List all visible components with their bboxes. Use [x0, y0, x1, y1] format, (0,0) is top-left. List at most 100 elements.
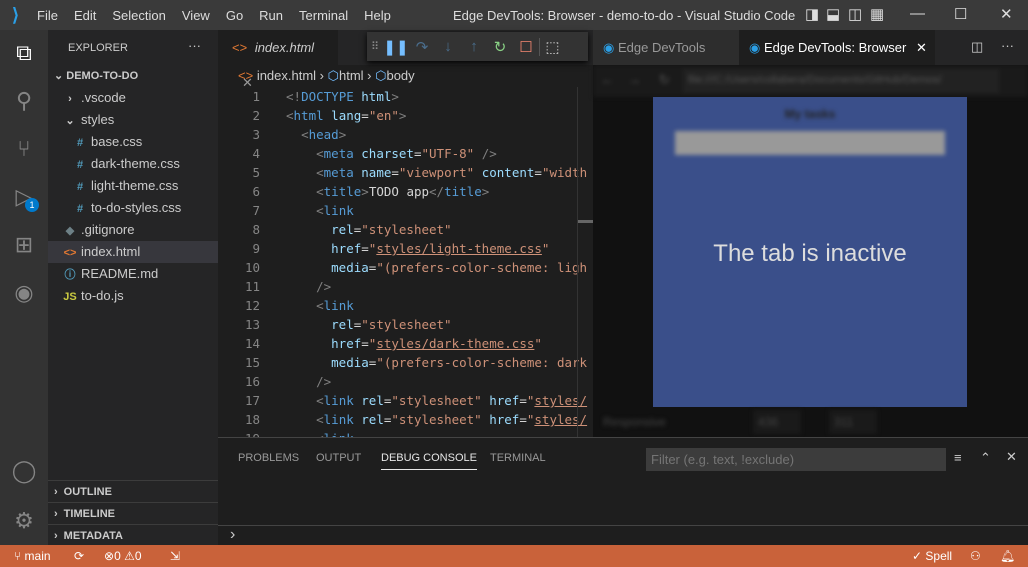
code-line[interactable]: 18 <link rel="stylesheet" href="styles/ — [218, 410, 593, 429]
code-line[interactable]: 8 rel="stylesheet" — [218, 220, 593, 239]
pause-icon[interactable]: ❚❚ — [383, 38, 409, 56]
settings-gear-icon[interactable]: ⚙ — [11, 508, 37, 534]
code-line[interactable]: 10 media="(prefers-color-scheme: ligh — [218, 258, 593, 277]
tab-output[interactable]: OUTPUT — [316, 452, 361, 464]
section-outline[interactable]: › OUTLINE — [48, 480, 218, 502]
maximize-panel-icon[interactable]: ⌃ — [980, 450, 991, 466]
device-select[interactable]: Responsive — [603, 415, 666, 429]
edge-devtools-icon[interactable]: ◉ — [11, 280, 37, 306]
more-actions-icon[interactable]: ··· — [1001, 38, 1014, 53]
code-token: rel — [331, 222, 354, 237]
file-item[interactable]: <> index.html — [48, 241, 218, 263]
branch-indicator[interactable]: ⑂ main — [14, 545, 51, 567]
menu-edit[interactable]: Edit — [74, 8, 96, 23]
tab-debug-console[interactable]: DEBUG CONSOLE — [381, 452, 477, 470]
file-item[interactable]: ⓘ README.md — [48, 263, 218, 285]
run-debug-icon[interactable]: ▷ 1 — [11, 184, 39, 212]
url-bar[interactable]: file:///C:/Users/collabera/Documents/Git… — [683, 69, 999, 93]
code-line[interactable]: 12 <link — [218, 296, 593, 315]
menu-file[interactable]: File — [37, 8, 58, 23]
file-item[interactable]: ⌄ styles — [48, 109, 218, 131]
stop-icon[interactable]: ☐ — [513, 38, 539, 56]
source-control-icon[interactable]: ⑂ — [11, 136, 37, 162]
menu-go[interactable]: Go — [226, 8, 243, 23]
file-item[interactable]: ◆ .gitignore — [48, 219, 218, 241]
menu-run[interactable]: Run — [259, 8, 283, 23]
menu-terminal[interactable]: Terminal — [299, 8, 348, 23]
file-item[interactable]: › .vscode — [48, 87, 218, 109]
maximize-button[interactable]: ☐ — [954, 5, 967, 23]
extensions-icon[interactable]: ⊞ — [11, 232, 37, 258]
breadcrumb-item[interactable]: index.html — [257, 68, 316, 83]
section-timeline[interactable]: › TIMELINE — [48, 502, 218, 524]
step-out-icon[interactable]: ↑ — [461, 38, 487, 55]
notifications-bell-icon[interactable]: 🔔︎ — [1000, 545, 1015, 567]
folder-root[interactable]: ⌄ DEMO-TO-DO — [48, 65, 218, 87]
tab-terminal[interactable]: TERMINAL — [490, 452, 546, 464]
code-line[interactable]: 2 <html lang="en"> — [218, 106, 593, 125]
code-line[interactable]: 16 /> — [218, 372, 593, 391]
code-line[interactable]: 15 media="(prefers-color-scheme: dark — [218, 353, 593, 372]
reload-icon[interactable]: ↻ — [659, 72, 670, 88]
tab-index-html[interactable]: <> index.html ✕ — [218, 30, 338, 90]
inspect-icon[interactable]: ⬚ — [539, 37, 565, 56]
code-line[interactable]: 9 href="styles/light-theme.css" — [218, 239, 593, 258]
code-line[interactable]: 5 <meta name="viewport" content="width — [218, 163, 593, 182]
sidebar-toggle-icon[interactable]: ◫ — [848, 5, 862, 23]
filter-input[interactable] — [646, 448, 946, 471]
accounts-icon[interactable]: ◯ — [11, 458, 37, 484]
file-item[interactable]: # to-do-styles.css — [48, 197, 218, 219]
height-input[interactable]: 311 — [829, 410, 877, 434]
step-over-icon[interactable]: ↷ — [409, 38, 435, 56]
split-editor-icon[interactable]: ◫ — [971, 39, 983, 55]
minimize-button[interactable]: — — [910, 5, 925, 22]
menu-selection[interactable]: Selection — [112, 8, 165, 23]
code-line[interactable]: 3 <head> — [218, 125, 593, 144]
scrollbar-thumb[interactable] — [578, 220, 593, 223]
section-metadata[interactable]: › METADATA — [48, 524, 218, 546]
spell-check[interactable]: ✓ Spell — [912, 545, 952, 567]
close-tab-icon[interactable]: ✕ — [916, 40, 927, 55]
code-line[interactable]: 11 /> — [218, 277, 593, 296]
file-item[interactable]: JS to-do.js — [48, 285, 218, 307]
menu-help[interactable]: Help — [364, 8, 391, 23]
menu-view[interactable]: View — [182, 8, 210, 23]
close-panel-icon[interactable]: ✕ — [1006, 449, 1017, 465]
problems-indicator[interactable]: ⊗0 ⚠0 — [104, 545, 142, 567]
file-item[interactable]: # dark-theme.css — [48, 153, 218, 175]
code-line[interactable]: 6 <title>TODO app</title> — [218, 182, 593, 201]
code-line[interactable]: 14 href="styles/dark-theme.css" — [218, 334, 593, 353]
breadcrumb-item[interactable]: html — [339, 68, 364, 83]
code-line[interactable]: 1 <!DOCTYPE html> — [218, 87, 593, 106]
restart-icon[interactable]: ↻ — [487, 38, 513, 56]
tab-edge-devtools[interactable]: ◉ Edge DevTools — [593, 30, 739, 65]
tab-edge-devtools-browser[interactable]: ◉ Edge DevTools: Browser ✕ — [739, 30, 935, 65]
code-line[interactable]: 13 rel="stylesheet" — [218, 315, 593, 334]
code-line[interactable]: 4 <meta charset="UTF-8" /> — [218, 144, 593, 163]
sync-icon[interactable]: ⟳ — [74, 545, 84, 567]
scrollbar-track[interactable] — [577, 87, 578, 437]
customize-layout-icon[interactable]: ▦ — [870, 5, 884, 23]
file-item[interactable]: # light-theme.css — [48, 175, 218, 197]
console-prompt[interactable]: › — [230, 526, 235, 544]
layout-toggle-icon[interactable]: ◨ — [805, 5, 819, 23]
breadcrumb-item[interactable]: body — [386, 68, 414, 83]
width-input[interactable]: 436 — [753, 410, 801, 434]
code-line[interactable]: 7 <link — [218, 201, 593, 220]
code-line[interactable]: 17 <link rel="stylesheet" href="styles/ — [218, 391, 593, 410]
launch-icon[interactable]: ⇲ — [170, 545, 180, 567]
panel-toggle-icon[interactable]: ⬓ — [826, 5, 840, 23]
search-icon[interactable]: ⚲ — [11, 88, 37, 114]
forward-icon[interactable]: → — [628, 72, 641, 87]
drag-handle-icon[interactable]: ⠿ — [367, 40, 383, 53]
file-item[interactable]: # base.css — [48, 131, 218, 153]
close-window-button[interactable]: ✕ — [1000, 5, 1013, 23]
step-into-icon[interactable]: ↓ — [435, 38, 461, 55]
more-actions-button[interactable]: ··· — [188, 38, 201, 53]
tab-problems[interactable]: PROBLEMS — [238, 452, 299, 464]
explorer-icon[interactable]: ⧉ — [11, 40, 37, 66]
feedback-icon[interactable]: ⚇ — [970, 545, 981, 567]
clear-console-icon[interactable]: ≡ — [954, 450, 962, 465]
back-icon[interactable]: ← — [601, 72, 614, 87]
